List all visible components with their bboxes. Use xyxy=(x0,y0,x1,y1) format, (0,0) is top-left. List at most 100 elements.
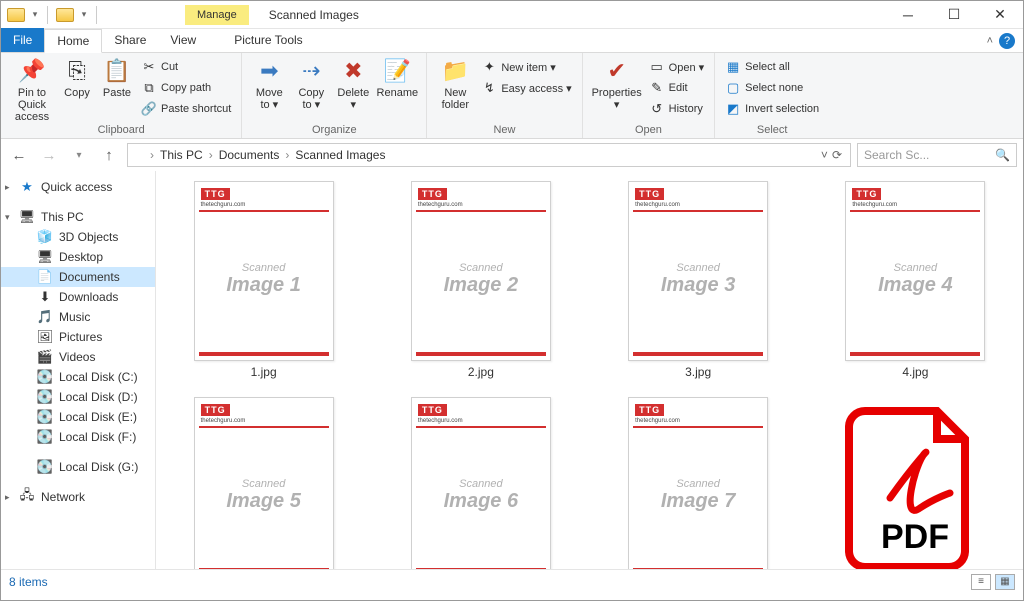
cut-button[interactable]: ✂Cut xyxy=(137,57,235,77)
nav-item[interactable]: 💽Local Disk (F:) xyxy=(1,427,155,447)
thumb-subtitle: Image 1 xyxy=(195,274,333,297)
thumbnail: TTGthetechguru.comScannedImage 1 xyxy=(194,181,334,361)
title-bar: ▾ ▾ Manage Scanned Images ─ ☐ ✕ xyxy=(1,1,1023,29)
thumb-subtitle: Image 5 xyxy=(195,490,333,513)
group-open: ✔Properties ▾ ▭Open ▾ ✎Edit ↺History Ope… xyxy=(583,53,716,138)
select-none-button[interactable]: ▢Select none xyxy=(721,78,823,98)
back-button[interactable]: ← xyxy=(7,143,31,167)
tab-picture-tools[interactable]: Picture Tools xyxy=(222,28,314,52)
thumb-title: Scanned xyxy=(629,478,767,490)
breadcrumb-documents[interactable]: Documents xyxy=(215,148,284,162)
address-dropdown-icon[interactable]: ˅ xyxy=(821,148,828,162)
close-button[interactable]: ✕ xyxy=(977,1,1023,29)
tab-view[interactable]: View xyxy=(158,28,208,52)
file-item[interactable]: TTGthetechguru.comScannedImage 33.jpg xyxy=(605,181,792,379)
details-view-button[interactable]: ≡ xyxy=(971,574,991,590)
file-item[interactable]: TTGthetechguru.comScannedImage 44.jpg xyxy=(822,181,1009,379)
history-button[interactable]: ↺History xyxy=(645,99,709,119)
open-button[interactable]: ▭Open ▾ xyxy=(645,57,709,77)
nav-item[interactable]: 🧊3D Objects xyxy=(1,227,155,247)
folder-icon[interactable] xyxy=(5,4,27,26)
nav-item[interactable]: 📄Documents xyxy=(1,267,155,287)
file-item[interactable]: TTGthetechguru.comScannedImage 22.jpg xyxy=(387,181,574,379)
file-item-pdf[interactable]: PDFScanned Documents PDF.pdf xyxy=(822,397,1009,569)
edit-icon: ✎ xyxy=(649,80,665,96)
edit-button[interactable]: ✎Edit xyxy=(645,78,709,98)
easy-access-button[interactable]: ↯Easy access ▾ xyxy=(477,78,575,98)
search-input[interactable]: Search Sc... 🔍 xyxy=(857,143,1017,167)
nav-item[interactable]: 💽Local Disk (G:) xyxy=(1,457,155,477)
brand-subtext: thetechguru.com xyxy=(418,202,463,208)
tab-share[interactable]: Share xyxy=(102,28,158,52)
star-icon: ★ xyxy=(19,179,35,195)
breadcrumb-current[interactable]: Scanned Images xyxy=(291,148,389,162)
folder-icon xyxy=(132,147,148,163)
minimize-button[interactable]: ─ xyxy=(885,1,931,29)
group-organize: ➡Move to ▾ ⇢Copy to ▾ ✖Delete ▾ 📝Rename … xyxy=(242,53,427,138)
new-folder-icon: 📁 xyxy=(439,57,471,85)
delete-icon: ✖ xyxy=(337,57,369,85)
nav-item[interactable]: ⬇Downloads xyxy=(1,287,155,307)
nav-item[interactable]: 🎵Music xyxy=(1,307,155,327)
tab-file[interactable]: File xyxy=(1,28,44,52)
address-bar[interactable]: › This PC › Documents › Scanned Images ˅… xyxy=(127,143,851,167)
thumb-title: Scanned xyxy=(846,262,984,274)
nav-item[interactable]: 🖥 Desktop xyxy=(1,247,155,267)
maximize-button[interactable]: ☐ xyxy=(931,1,977,29)
nav-network[interactable]: ▸🖧Network xyxy=(1,487,155,507)
rename-button[interactable]: 📝Rename xyxy=(374,55,420,99)
nav-label: Videos xyxy=(59,350,95,364)
nav-this-pc[interactable]: ▾🖥This PC xyxy=(1,207,155,227)
copy-path-button[interactable]: ⧉Copy path xyxy=(137,78,235,98)
up-button[interactable]: ↑ xyxy=(97,143,121,167)
thumbnail: TTGthetechguru.comScannedImage 6 xyxy=(411,397,551,569)
file-item[interactable]: TTGthetechguru.comScannedImage 77.jpg xyxy=(605,397,792,569)
new-item-button[interactable]: ✦New item ▾ xyxy=(477,57,575,77)
move-to-button[interactable]: ➡Move to ▾ xyxy=(248,55,290,111)
item-count: 8 items xyxy=(9,575,48,589)
content-pane[interactable]: TTGthetechguru.comScannedImage 11.jpgTTG… xyxy=(156,171,1023,569)
breadcrumb-this-pc[interactable]: This PC xyxy=(156,148,207,162)
properties-button[interactable]: ✔Properties ▾ xyxy=(589,55,645,111)
contextual-tab-header: Manage xyxy=(185,5,249,25)
nav-item[interactable]: 💽Local Disk (D:) xyxy=(1,387,155,407)
tab-home[interactable]: Home xyxy=(44,29,102,53)
rename-icon: 📝 xyxy=(381,57,413,85)
qat-dropdown-icon[interactable]: ▾ xyxy=(29,4,41,26)
icons-view-button[interactable]: ▦ xyxy=(995,574,1015,590)
new-folder-button[interactable]: 📁New folder xyxy=(433,55,477,111)
minimize-ribbon-icon[interactable]: ˄ xyxy=(987,35,993,47)
thumb-subtitle: Image 3 xyxy=(629,274,767,297)
folder-icon[interactable] xyxy=(54,4,76,26)
chevron-right-icon: › xyxy=(285,148,289,162)
nav-label: Local Disk (E:) xyxy=(59,410,137,424)
copy-button[interactable]: ⎘Copy xyxy=(57,55,97,99)
paste-button[interactable]: 📋Paste xyxy=(97,55,137,99)
nav-item[interactable]: 💽Local Disk (E:) xyxy=(1,407,155,427)
invert-selection-button[interactable]: ◩Invert selection xyxy=(721,99,823,119)
copy-to-button[interactable]: ⇢Copy to ▾ xyxy=(290,55,332,111)
drive-icon: 🖥 xyxy=(37,249,53,265)
file-name: 3.jpg xyxy=(685,365,711,379)
pin-quick-access-button[interactable]: 📌Pin to Quick access xyxy=(7,55,57,123)
brand-subtext: thetechguru.com xyxy=(418,418,463,424)
nav-item[interactable]: 💽Local Disk (C:) xyxy=(1,367,155,387)
nav-label: Desktop xyxy=(59,250,103,264)
thumb-subtitle: Image 2 xyxy=(412,274,550,297)
recent-button[interactable]: ▾ xyxy=(67,143,91,167)
help-icon[interactable]: ? xyxy=(999,33,1015,49)
nav-item[interactable]: 🎬Videos xyxy=(1,347,155,367)
file-item[interactable]: TTGthetechguru.comScannedImage 66.jpg xyxy=(387,397,574,569)
select-all-button[interactable]: ▦Select all xyxy=(721,57,823,77)
qat-chevron-icon[interactable]: ▾ xyxy=(78,4,90,26)
nav-item[interactable]: 🖼Pictures xyxy=(1,327,155,347)
nav-quick-access[interactable]: ▸★Quick access xyxy=(1,177,155,197)
file-item[interactable]: TTGthetechguru.comScannedImage 11.jpg xyxy=(170,181,357,379)
brand-badge: TTG xyxy=(418,404,447,416)
delete-button[interactable]: ✖Delete ▾ xyxy=(332,55,374,111)
paste-shortcut-button[interactable]: 🔗Paste shortcut xyxy=(137,99,235,119)
refresh-icon[interactable]: ⟳ xyxy=(832,148,842,162)
forward-button[interactable]: → xyxy=(37,143,61,167)
open-icon: ▭ xyxy=(649,59,665,75)
file-item[interactable]: TTGthetechguru.comScannedImage 55.jpg xyxy=(170,397,357,569)
